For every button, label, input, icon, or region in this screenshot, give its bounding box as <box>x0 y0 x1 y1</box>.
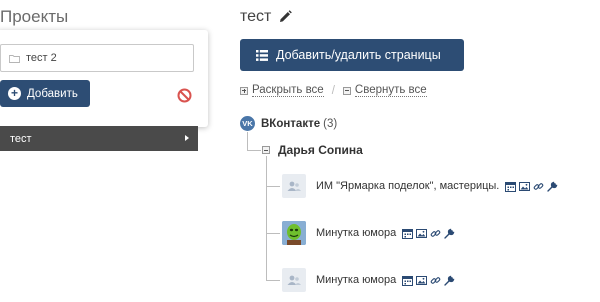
page-item[interactable]: Минутка юмора <box>282 221 458 245</box>
manage-pages-label: Добавить/удалить страницы <box>276 48 441 62</box>
page-actions <box>505 181 561 192</box>
page-item-label: Минутка юмора <box>316 227 397 239</box>
manage-pages-button[interactable]: Добавить/удалить страницы <box>240 39 464 71</box>
page-item-label: Минутка юмора <box>316 274 397 286</box>
expand-collapse-controls: Раскрыть все / Свернуть все <box>240 84 427 97</box>
list-icon <box>256 49 268 61</box>
project-item-label: тест <box>10 132 32 145</box>
collapse-icon <box>262 146 270 154</box>
wrench-icon[interactable] <box>444 228 455 239</box>
new-project-input[interactable]: тест 2 <box>0 44 194 72</box>
calendar-icon[interactable] <box>402 228 414 239</box>
add-project-label: Добавить <box>27 87 78 100</box>
green-character-avatar <box>282 221 306 245</box>
folder-icon <box>9 54 20 63</box>
tree-connector <box>266 186 280 187</box>
projects-title: Проекты <box>0 7 69 26</box>
link-icon[interactable] <box>430 275 441 286</box>
user-node[interactable]: Дарья Сопина <box>262 143 363 157</box>
tree-connector <box>266 280 280 281</box>
image-icon[interactable] <box>416 275 428 286</box>
page-actions <box>402 228 458 239</box>
network-name: ВКонтакте <box>261 117 321 130</box>
pencil-icon[interactable] <box>278 10 293 24</box>
project-title-text: тест <box>240 8 272 25</box>
placeholder-avatar <box>282 268 306 292</box>
placeholder-avatar <box>282 174 306 198</box>
plus-icon: + <box>8 87 21 100</box>
calendar-icon[interactable] <box>505 181 517 192</box>
page-item[interactable]: Минутка юмора <box>282 268 458 292</box>
tree-connector <box>266 156 267 281</box>
new-project-input-value: тест 2 <box>26 52 57 64</box>
project-item-test[interactable]: тест <box>0 126 198 151</box>
network-vk[interactable]: VK ВКонтакте (3) <box>240 116 337 131</box>
collapse-all-link[interactable]: Свернуть все <box>354 84 427 97</box>
caret-right-icon <box>185 135 189 141</box>
network-count: (3) <box>323 117 338 130</box>
page-actions <box>402 275 458 286</box>
cancel-icon[interactable] <box>177 88 192 103</box>
page-item-label: ИМ "Ярмарка поделок", мастерицы. <box>316 180 500 192</box>
image-icon[interactable] <box>416 228 428 239</box>
add-project-button[interactable]: + Добавить <box>0 80 90 107</box>
vk-logo-icon: VK <box>240 116 255 131</box>
wrench-icon[interactable] <box>444 275 455 286</box>
link-icon[interactable] <box>533 181 544 192</box>
expand-all-link[interactable]: Раскрыть все <box>252 84 324 97</box>
page: Проекты тест 2 + Добавить тест тест Доба… <box>0 0 600 302</box>
page-item[interactable]: ИМ "Ярмарка поделок", мастерицы. <box>282 174 561 198</box>
link-icon[interactable] <box>430 228 441 239</box>
image-icon[interactable] <box>519 181 531 192</box>
project-title: тест <box>240 8 293 26</box>
new-project-popup: тест 2 + Добавить <box>0 30 208 127</box>
separator: / <box>331 84 335 97</box>
collapse-icon <box>342 86 351 95</box>
user-name: Дарья Сопина <box>278 143 363 157</box>
wrench-icon[interactable] <box>547 181 558 192</box>
tree-connector <box>247 132 248 150</box>
tree-connector <box>247 150 261 151</box>
expand-icon <box>240 86 248 95</box>
calendar-icon[interactable] <box>402 275 414 286</box>
tree-connector <box>266 233 280 234</box>
